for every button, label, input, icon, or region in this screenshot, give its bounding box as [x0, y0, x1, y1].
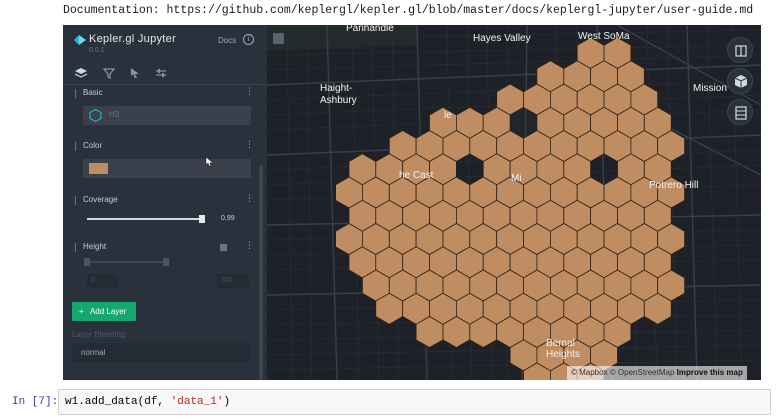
split-map-icon	[735, 45, 747, 57]
height-min-input[interactable]: 0	[87, 274, 117, 288]
improve-map-link[interactable]: Improve this map	[677, 368, 743, 377]
coverage-input[interactable]: 0.99	[217, 212, 249, 226]
height-slider-track[interactable]	[87, 261, 167, 263]
section-divider	[75, 89, 76, 98]
section-divider	[75, 243, 76, 252]
documentation-link[interactable]: https://github.com/keplergl/kepler.gl/bl…	[167, 4, 754, 17]
code-string: 'data_1'	[170, 396, 224, 408]
coverage-slider-fill	[87, 218, 202, 220]
color-swatch[interactable]	[89, 163, 108, 174]
map-label-hayes-valley: Hayes Valley	[473, 33, 531, 44]
filter-icon[interactable]	[101, 65, 117, 81]
mouse-cursor-icon	[205, 157, 214, 167]
coverage-slider-handle[interactable]	[198, 215, 205, 223]
info-icon[interactable]: i	[243, 34, 254, 45]
height-section: Height ⋮ 0 500	[63, 241, 259, 289]
3d-map-icon	[734, 75, 748, 88]
split-map-button[interactable]	[727, 37, 753, 63]
layers-icon[interactable]	[73, 65, 89, 81]
plus-icon: +	[79, 307, 84, 316]
map-label-bernal: Bernal	[546, 338, 575, 349]
height-label: Height	[83, 242, 107, 251]
map-label-mission: Mission	[693, 83, 727, 94]
legend-icon	[735, 106, 747, 120]
more-icon[interactable]: ⋮	[245, 242, 254, 251]
height-slider-min-handle[interactable]	[84, 258, 90, 266]
side-panel-scrollbar[interactable]	[259, 165, 263, 380]
h3-hexagon-icon	[89, 109, 102, 122]
map-label-panhandle: Panhandle	[346, 25, 394, 34]
legend-button[interactable]	[727, 99, 753, 125]
basic-section: Basic ⋮ H3	[63, 87, 259, 131]
h3-hexagon-layer	[335, 37, 686, 380]
section-divider	[75, 142, 76, 151]
code-cell-input[interactable]: w1.add_data(df, 'data_1')	[58, 389, 771, 415]
map-label-west-soma: West SoMa	[578, 31, 630, 42]
side-panel: Kepler.gl Jupyter 0.0.1 Docs i Basic ⋮ H…	[63, 25, 267, 380]
color-section: Color ⋮	[63, 140, 259, 182]
more-icon[interactable]: ⋮	[245, 195, 254, 204]
basic-label: Basic	[83, 88, 103, 97]
section-divider	[75, 196, 76, 205]
layer-blending-select[interactable]: normal	[72, 343, 250, 362]
height-slider-max-handle[interactable]	[163, 258, 169, 266]
code-close: )	[223, 396, 231, 408]
basemap	[267, 25, 761, 380]
map-label-potrero-hill: Potrero Hill	[649, 180, 699, 191]
docs-link[interactable]: Docs	[218, 36, 236, 45]
osm-credit[interactable]: © OpenStreetMap	[610, 368, 675, 377]
interaction-icon[interactable]	[127, 65, 143, 81]
side-panel-header: Kepler.gl Jupyter 0.0.1 Docs i	[63, 25, 267, 61]
documentation-label: Documentation:	[63, 4, 160, 17]
settings-icon[interactable]	[153, 65, 169, 81]
map-label-ashbury: Ashbury	[320, 95, 357, 106]
height-max-input[interactable]: 500	[217, 274, 249, 288]
documentation-line: Documentation: https://github.com/kepler…	[63, 4, 753, 17]
code-text: w1.add_data(df, 'data_1')	[65, 396, 230, 408]
more-icon[interactable]: ⋮	[245, 141, 254, 150]
kepler-widget: Kepler.gl Jupyter 0.0.1 Docs i Basic ⋮ H…	[63, 25, 761, 380]
map-attribution: © Mapbox © OpenStreetMap Improve this ma…	[567, 366, 747, 380]
layer-type-label: H3	[109, 110, 120, 119]
panel-tabs	[63, 61, 267, 85]
map-label-mission-partial: Mi	[511, 173, 522, 184]
color-label: Color	[83, 141, 103, 150]
layer-blending-label: Layer Blending	[72, 330, 126, 339]
coverage-label: Coverage	[83, 195, 118, 204]
map-label-castro: he Cast	[399, 170, 434, 181]
color-selector[interactable]	[83, 159, 251, 178]
map-label-heights: Heights	[546, 349, 580, 360]
coverage-section: Coverage ⋮ 0.99	[63, 194, 259, 230]
map-view[interactable]: Panhandle Hayes Valley West SoMa Haight-…	[267, 25, 761, 380]
height-toggle[interactable]	[220, 244, 227, 251]
cell-prompt: In [7]:	[12, 396, 59, 408]
code-call: w1.add_data(df,	[65, 396, 171, 408]
collapse-sidebar-button[interactable]	[273, 33, 284, 44]
add-layer-label: Add Layer	[89, 307, 127, 316]
more-icon[interactable]: ⋮	[245, 88, 254, 97]
mapbox-credit[interactable]: © Mapbox	[571, 368, 608, 377]
app-title: Kepler.gl Jupyter	[89, 33, 177, 45]
map-label-partial-top: le	[444, 110, 452, 121]
layer-type-selector[interactable]: H3	[83, 106, 251, 125]
add-layer-button[interactable]: + Add Layer	[72, 302, 136, 321]
app-version: 0.0.1	[89, 47, 105, 54]
kepler-logo-icon	[74, 35, 86, 45]
3d-map-button[interactable]	[727, 68, 753, 94]
map-label-haight: Haight-	[320, 83, 353, 94]
